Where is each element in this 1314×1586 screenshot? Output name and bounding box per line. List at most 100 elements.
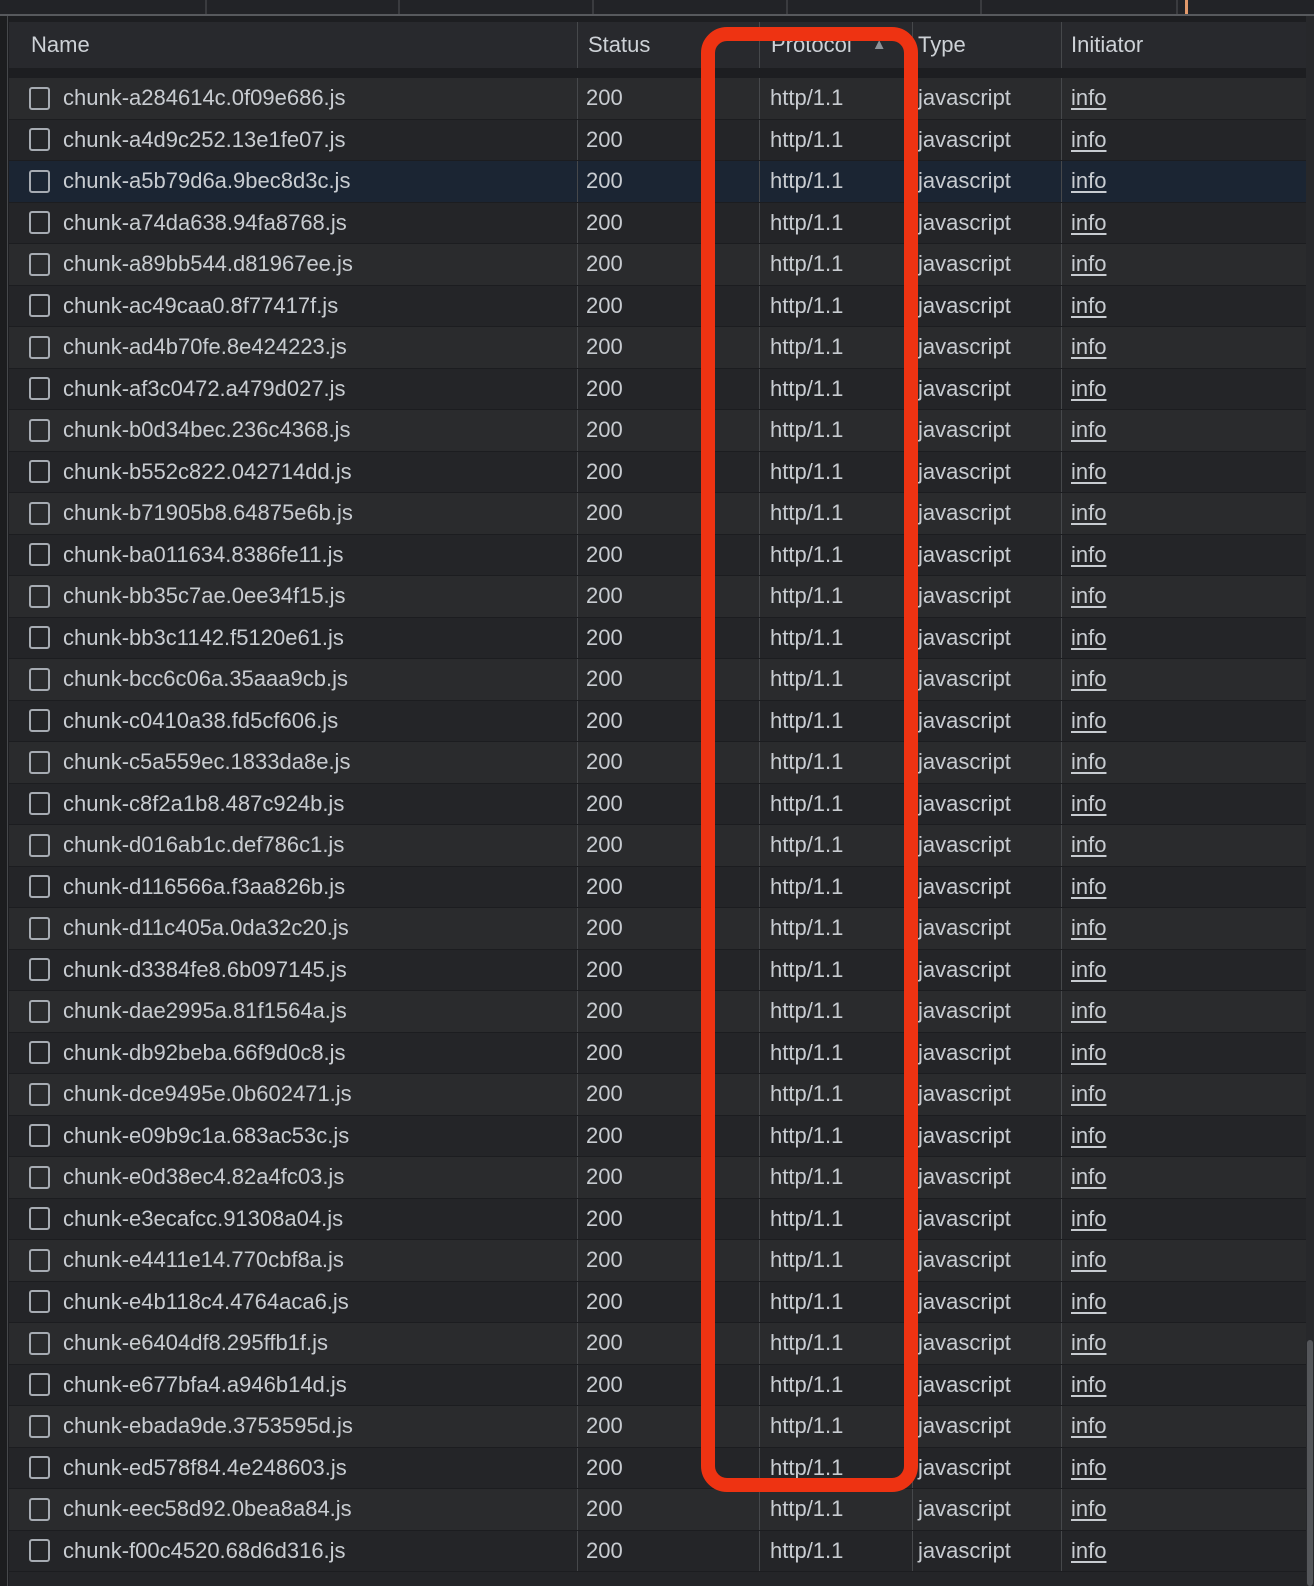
row-checkbox[interactable]	[29, 169, 50, 193]
initiator-info-link[interactable]: info	[1071, 500, 1106, 525]
initiator-info-link[interactable]: info	[1071, 874, 1106, 899]
initiator-info-link[interactable]: info	[1071, 542, 1106, 567]
initiator-info-link[interactable]: info	[1071, 127, 1106, 152]
table-row[interactable]: chunk-e6404df8.295ffb1f.js 200 http/1.1 …	[9, 1323, 1306, 1365]
initiator-info-link[interactable]: info	[1071, 1081, 1106, 1106]
row-checkbox[interactable]	[29, 709, 50, 733]
row-checkbox[interactable]	[29, 1414, 50, 1438]
table-row[interactable]: chunk-e3ecafcc.91308a04.js 200 http/1.1 …	[9, 1198, 1306, 1240]
initiator-info-link[interactable]: info	[1071, 1123, 1106, 1148]
initiator-info-link[interactable]: info	[1071, 459, 1106, 484]
table-row[interactable]: chunk-b552c822.042714dd.js 200 http/1.1 …	[9, 451, 1306, 493]
initiator-info-link[interactable]: info	[1071, 957, 1106, 982]
initiator-info-link[interactable]: info	[1071, 1496, 1106, 1521]
row-checkbox[interactable]	[29, 875, 50, 899]
initiator-info-link[interactable]: info	[1071, 334, 1106, 359]
column-header-protocol[interactable]: Protocol ▲	[759, 22, 912, 68]
row-checkbox[interactable]	[29, 1539, 50, 1563]
row-checkbox[interactable]	[29, 501, 50, 525]
initiator-info-link[interactable]: info	[1071, 251, 1106, 276]
column-header-type[interactable]: Type	[912, 22, 1061, 68]
table-row[interactable]: chunk-af3c0472.a479d027.js 200 http/1.1 …	[9, 368, 1306, 410]
table-row[interactable]: chunk-a74da638.94fa8768.js 200 http/1.1 …	[9, 202, 1306, 244]
initiator-info-link[interactable]: info	[1071, 168, 1106, 193]
row-checkbox[interactable]	[29, 86, 50, 110]
row-checkbox[interactable]	[29, 999, 50, 1023]
initiator-info-link[interactable]: info	[1071, 1538, 1106, 1563]
table-row[interactable]: chunk-e09b9c1a.683ac53c.js 200 http/1.1 …	[9, 1115, 1306, 1157]
initiator-info-link[interactable]: info	[1071, 1164, 1106, 1189]
table-row[interactable]: chunk-c0410a38.fd5cf606.js 200 http/1.1 …	[9, 700, 1306, 742]
initiator-info-link[interactable]: info	[1071, 1413, 1106, 1438]
scrollbar-thumb[interactable]	[1307, 1340, 1313, 1586]
initiator-info-link[interactable]: info	[1071, 791, 1106, 816]
table-row[interactable]: chunk-ba011634.8386fe11.js 200 http/1.1 …	[9, 534, 1306, 576]
table-row[interactable]: chunk-b71905b8.64875e6b.js 200 http/1.1 …	[9, 493, 1306, 535]
table-row[interactable]: chunk-d11c405a.0da32c20.js 200 http/1.1 …	[9, 908, 1306, 950]
table-row[interactable]: chunk-e4b118c4.4764aca6.js 200 http/1.1 …	[9, 1281, 1306, 1323]
table-row[interactable]: chunk-e0d38ec4.82a4fc03.js 200 http/1.1 …	[9, 1157, 1306, 1199]
row-checkbox[interactable]	[29, 335, 50, 359]
initiator-info-link[interactable]: info	[1071, 1372, 1106, 1397]
table-row[interactable]: chunk-dae2995a.81f1564a.js 200 http/1.1 …	[9, 991, 1306, 1033]
initiator-info-link[interactable]: info	[1071, 1330, 1106, 1355]
initiator-info-link[interactable]: info	[1071, 998, 1106, 1023]
column-header-initiator[interactable]: Initiator	[1061, 22, 1306, 68]
table-row[interactable]: chunk-f00c4520.68d6d316.js 200 http/1.1 …	[9, 1530, 1306, 1572]
row-checkbox[interactable]	[29, 128, 50, 152]
table-row[interactable]: chunk-a284614c.0f09e686.js 200 http/1.1 …	[9, 78, 1306, 120]
table-row[interactable]: chunk-ebada9de.3753595d.js 200 http/1.1 …	[9, 1406, 1306, 1448]
table-row[interactable]: chunk-bcc6c06a.35aaa9cb.js 200 http/1.1 …	[9, 659, 1306, 701]
row-checkbox[interactable]	[29, 750, 50, 774]
table-row[interactable]: chunk-c5a559ec.1833da8e.js 200 http/1.1 …	[9, 742, 1306, 784]
row-checkbox[interactable]	[29, 418, 50, 442]
initiator-info-link[interactable]: info	[1071, 1247, 1106, 1272]
row-checkbox[interactable]	[29, 294, 50, 318]
row-checkbox[interactable]	[29, 833, 50, 857]
row-checkbox[interactable]	[29, 958, 50, 982]
table-row[interactable]: chunk-eec58d92.0bea8a84.js 200 http/1.1 …	[9, 1489, 1306, 1531]
row-checkbox[interactable]	[29, 1331, 50, 1355]
row-checkbox[interactable]	[29, 1373, 50, 1397]
row-checkbox[interactable]	[29, 667, 50, 691]
column-header-name[interactable]: Name	[9, 22, 577, 68]
row-checkbox[interactable]	[29, 1124, 50, 1148]
initiator-info-link[interactable]: info	[1071, 666, 1106, 691]
initiator-info-link[interactable]: info	[1071, 1206, 1106, 1231]
table-row[interactable]: chunk-a4d9c252.13e1fe07.js 200 http/1.1 …	[9, 119, 1306, 161]
initiator-info-link[interactable]: info	[1071, 85, 1106, 110]
row-checkbox[interactable]	[29, 792, 50, 816]
row-checkbox[interactable]	[29, 543, 50, 567]
initiator-info-link[interactable]: info	[1071, 1289, 1106, 1314]
row-checkbox[interactable]	[29, 1248, 50, 1272]
table-row[interactable]: chunk-d3384fe8.6b097145.js 200 http/1.1 …	[9, 949, 1306, 991]
initiator-info-link[interactable]: info	[1071, 1455, 1106, 1480]
row-checkbox[interactable]	[29, 1165, 50, 1189]
row-checkbox[interactable]	[29, 252, 50, 276]
row-checkbox[interactable]	[29, 1082, 50, 1106]
row-checkbox[interactable]	[29, 1456, 50, 1480]
initiator-info-link[interactable]: info	[1071, 749, 1106, 774]
initiator-info-link[interactable]: info	[1071, 583, 1106, 608]
row-checkbox[interactable]	[29, 584, 50, 608]
initiator-info-link[interactable]: info	[1071, 915, 1106, 940]
initiator-info-link[interactable]: info	[1071, 708, 1106, 733]
table-row[interactable]: chunk-d116566a.f3aa826b.js 200 http/1.1 …	[9, 866, 1306, 908]
table-row[interactable]: chunk-c8f2a1b8.487c924b.js 200 http/1.1 …	[9, 783, 1306, 825]
initiator-info-link[interactable]: info	[1071, 832, 1106, 857]
table-row[interactable]: chunk-b0d34bec.236c4368.js 200 http/1.1 …	[9, 410, 1306, 452]
row-checkbox[interactable]	[29, 460, 50, 484]
row-checkbox[interactable]	[29, 211, 50, 235]
table-row[interactable]: chunk-ad4b70fe.8e424223.js 200 http/1.1 …	[9, 327, 1306, 369]
table-row[interactable]: chunk-dce9495e.0b602471.js 200 http/1.1 …	[9, 1074, 1306, 1116]
column-header-status[interactable]: Status	[577, 22, 759, 68]
table-row[interactable]: chunk-bb3c1142.f5120e61.js 200 http/1.1 …	[9, 617, 1306, 659]
row-checkbox[interactable]	[29, 1207, 50, 1231]
initiator-info-link[interactable]: info	[1071, 625, 1106, 650]
initiator-info-link[interactable]: info	[1071, 293, 1106, 318]
initiator-info-link[interactable]: info	[1071, 417, 1106, 442]
table-row[interactable]: chunk-e4411e14.770cbf8a.js 200 http/1.1 …	[9, 1240, 1306, 1282]
row-checkbox[interactable]	[29, 1290, 50, 1314]
table-row[interactable]: chunk-ac49caa0.8f77417f.js 200 http/1.1 …	[9, 285, 1306, 327]
row-checkbox[interactable]	[29, 1497, 50, 1521]
